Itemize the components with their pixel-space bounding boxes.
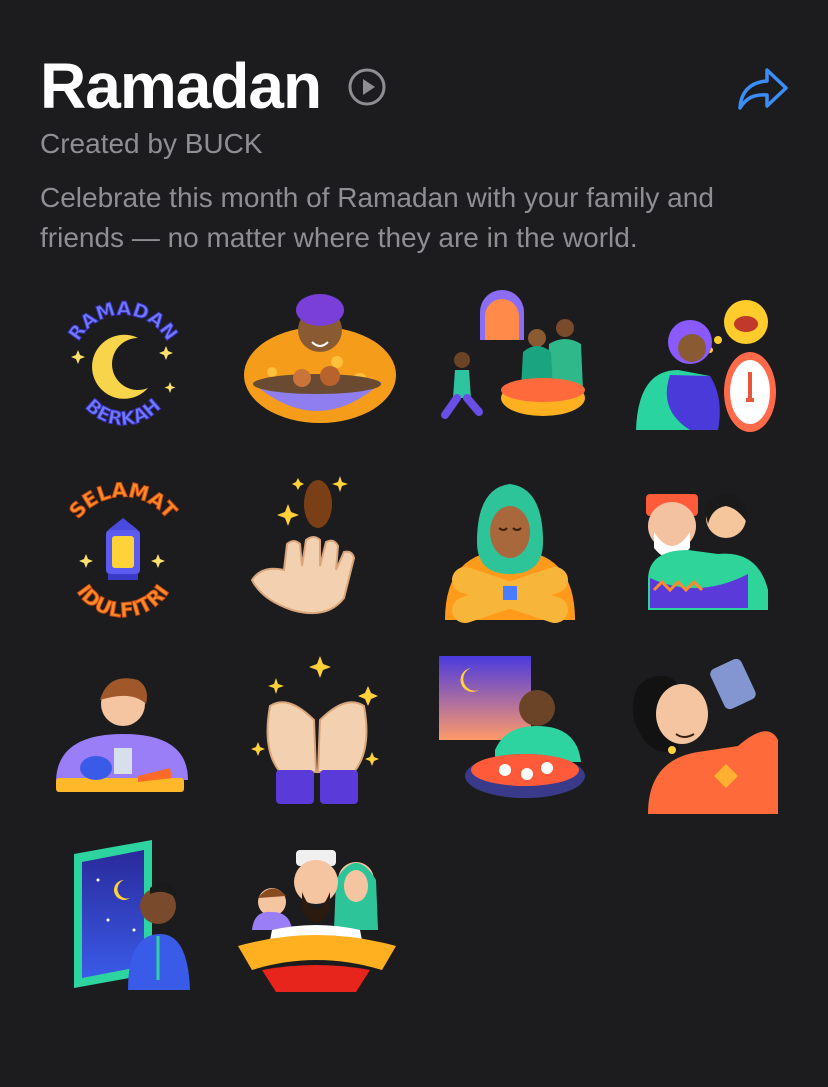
sticker-family-reading[interactable]	[232, 840, 402, 1010]
sticker-woman-hijab[interactable]	[425, 470, 595, 640]
svg-text:IDULFITRI: IDULFITRI	[72, 580, 173, 622]
sticker-man-with-bowl[interactable]	[232, 280, 402, 450]
svg-text:SELAMAT: SELAMAT	[64, 478, 182, 524]
share-button[interactable]	[736, 64, 790, 112]
sticker-cooking-vegetables[interactable]	[38, 660, 208, 830]
sticker-selamat-idulfitri[interactable]: SELAMAT IDULFITRI	[38, 470, 208, 640]
sticker-hungry-waiting[interactable]	[618, 280, 788, 450]
sticker-ramadan-berkah[interactable]: RAMADAN BERKAH	[38, 280, 208, 450]
sticker-family-dinner[interactable]	[425, 280, 595, 450]
sticker-hand-with-date[interactable]	[232, 470, 402, 640]
pack-description: Celebrate this month of Ramadan with you…	[40, 182, 714, 253]
sticker-bottom-text: BERKAH	[80, 394, 165, 431]
sticker-bottom-text: IDULFITRI	[72, 580, 174, 623]
share-arrow-icon	[738, 68, 788, 110]
sticker-hugging-elders[interactable]	[618, 470, 788, 640]
sticker-drinking-water[interactable]	[618, 650, 788, 820]
sticker-window-night[interactable]	[38, 840, 208, 1010]
creator-label: Created by BUCK	[40, 128, 263, 159]
play-icon[interactable]	[348, 68, 386, 106]
sticker-top-text: SELAMAT	[64, 477, 183, 524]
svg-text:BERKAH: BERKAH	[81, 395, 165, 431]
sticker-night-dinner[interactable]	[425, 650, 595, 820]
pack-title: Ramadan	[40, 50, 322, 122]
sticker-praying-hands[interactable]	[232, 650, 402, 820]
